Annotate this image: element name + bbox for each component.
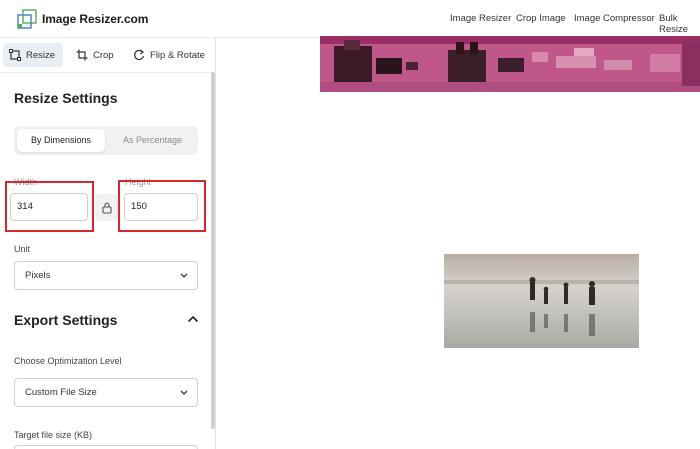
- chevron-down-icon: [180, 390, 188, 395]
- height-highlight-box: [118, 180, 206, 232]
- target-size-label: Target file size (KB): [14, 430, 93, 440]
- chevron-up-icon[interactable]: [187, 315, 199, 323]
- optimization-select[interactable]: Custom File Size: [14, 378, 198, 407]
- chevron-down-icon: [180, 273, 188, 278]
- logo-icon[interactable]: [17, 9, 37, 29]
- ad-banner-image[interactable]: [320, 36, 700, 92]
- tab-crop[interactable]: Crop: [70, 43, 120, 67]
- brand-name[interactable]: Image Resizer.com: [42, 12, 148, 26]
- nav-image-compressor[interactable]: Image Compressor: [574, 13, 655, 24]
- nav-image-resizer[interactable]: Image Resizer: [450, 13, 511, 24]
- unit-value: Pixels: [25, 270, 51, 281]
- width-highlight-box: [5, 181, 94, 232]
- aspect-lock-button[interactable]: [95, 194, 118, 221]
- tab-flip-rotate[interactable]: Flip & Rotate: [127, 43, 211, 67]
- mode-by-dimensions[interactable]: By Dimensions: [17, 129, 105, 152]
- crop-icon: [76, 49, 88, 61]
- mode-as-percentage[interactable]: As Percentage: [110, 129, 195, 152]
- tab-flip-rotate-label: Flip & Rotate: [150, 49, 205, 61]
- unit-select[interactable]: Pixels: [14, 261, 198, 290]
- tool-tabs: Resize Crop Flip & Rotate: [0, 38, 216, 73]
- nav-crop-image[interactable]: Crop Image: [516, 13, 566, 24]
- preview-canvas: [217, 38, 700, 449]
- optimization-value: Custom File Size: [25, 387, 97, 398]
- optimization-label: Choose Optimization Level: [14, 356, 122, 366]
- resize-mode-toggle: By Dimensions As Percentage: [14, 126, 198, 155]
- sidebar-scrollbar[interactable]: [211, 72, 215, 429]
- tab-crop-label: Crop: [93, 49, 114, 61]
- nav-bulk-resize[interactable]: Bulk Resize: [659, 13, 700, 35]
- unit-label: Unit: [14, 244, 31, 254]
- target-size-input[interactable]: [14, 445, 198, 449]
- tab-resize[interactable]: Resize: [3, 43, 63, 67]
- resize-icon: [9, 49, 21, 61]
- resize-settings-heading: Resize Settings: [14, 90, 118, 106]
- preview-image[interactable]: [444, 254, 639, 348]
- export-settings-heading: Export Settings: [14, 312, 118, 328]
- lock-icon: [101, 202, 112, 214]
- rotate-icon: [134, 49, 145, 60]
- top-bar: Image Resizer.com Image Resizer Crop Ima…: [0, 0, 700, 38]
- tab-resize-label: Resize: [26, 49, 56, 61]
